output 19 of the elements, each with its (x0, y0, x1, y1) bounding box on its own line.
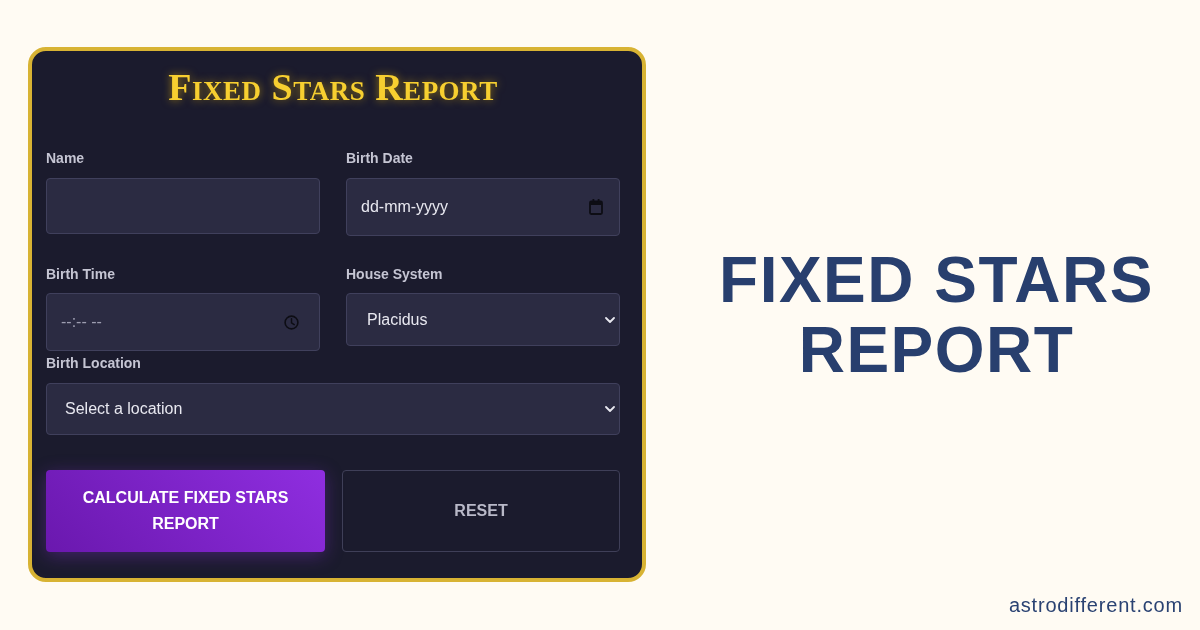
calendar-icon[interactable] (589, 199, 603, 215)
text-input[interactable] (46, 178, 320, 234)
headline: FIXED STARS REPORT (718, 244, 1155, 385)
field-label: Name (46, 149, 85, 168)
field-label: House System (346, 265, 443, 284)
dropdown-select[interactable]: Select a location (46, 383, 620, 435)
time-input[interactable]: --:-- -- (46, 293, 320, 351)
reset-button[interactable]: RESET (342, 470, 620, 552)
field-label: Birth Location (46, 354, 141, 373)
field-label: Birth Time (46, 265, 115, 284)
dropdown-select[interactable]: Placidus (346, 293, 620, 346)
form-title: Fixed Stars Report (168, 65, 498, 110)
chevron-down-icon (605, 406, 615, 412)
calculate-button[interactable]: CALCULATE FIXED STARS REPORT (46, 470, 325, 552)
website-url: astrodifferent.com (1008, 594, 1183, 618)
field-label: Birth Date (346, 149, 413, 168)
clock-icon[interactable] (284, 314, 299, 330)
date-input[interactable]: dd-mm-yyyy (346, 178, 620, 236)
chevron-down-icon (605, 316, 615, 323)
